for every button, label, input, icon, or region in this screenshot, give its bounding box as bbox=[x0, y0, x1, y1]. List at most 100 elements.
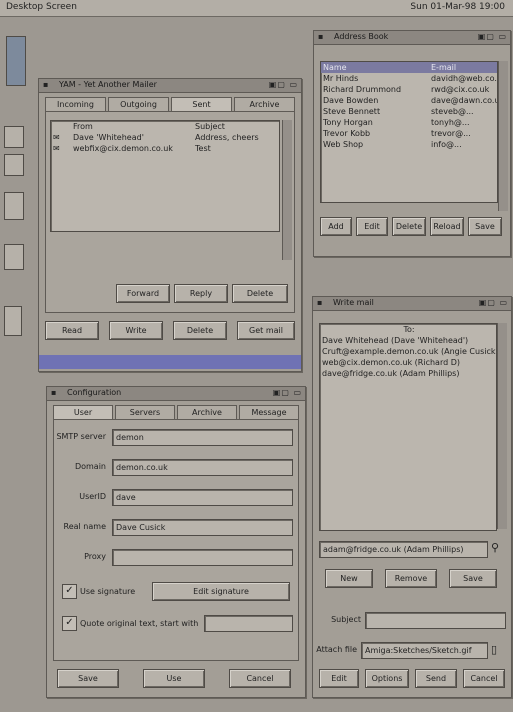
edit-signature-button[interactable]: Edit signature bbox=[152, 582, 290, 601]
userid-field[interactable]: dave bbox=[112, 489, 293, 506]
mail-main-window: ▪ YAM - Yet Another Mailer ▣▢ ▭ Incoming… bbox=[38, 78, 302, 372]
tab-sent[interactable]: Sent bbox=[171, 97, 232, 111]
table-row[interactable]: Test bbox=[193, 143, 279, 154]
write-mail-title: Write mail bbox=[333, 298, 374, 307]
save-button[interactable]: Save bbox=[57, 669, 119, 688]
quote-checkbox[interactable]: ✓ bbox=[62, 616, 77, 631]
close-icon[interactable]: ▪ bbox=[317, 298, 322, 307]
scrollbar[interactable] bbox=[498, 61, 508, 211]
tab-user[interactable]: User bbox=[53, 405, 113, 419]
get-mail-button[interactable]: Get mail bbox=[237, 321, 295, 340]
column-header[interactable]: E-mail bbox=[429, 62, 497, 73]
window-gadgets-icon[interactable]: ▣▢ ▭ bbox=[479, 298, 508, 307]
to-field[interactable]: adam@fridge.co.uk (Adam Phillips) bbox=[319, 541, 488, 558]
close-icon[interactable]: ▪ bbox=[318, 32, 323, 41]
delete-message-button[interactable]: Delete bbox=[232, 284, 288, 303]
add-button[interactable]: Add bbox=[320, 217, 352, 236]
close-icon[interactable]: ▪ bbox=[43, 80, 48, 89]
mail-titlebar[interactable]: ▪ YAM - Yet Another Mailer ▣▢ ▭ bbox=[39, 79, 301, 93]
tab-archive[interactable]: Archive bbox=[177, 405, 237, 419]
utilities-icon[interactable] bbox=[4, 244, 24, 270]
screen-icon[interactable] bbox=[4, 126, 24, 148]
save-recipient-button[interactable]: Save bbox=[449, 569, 497, 588]
close-icon[interactable]: ▪ bbox=[51, 388, 56, 397]
disk-icon[interactable] bbox=[6, 36, 26, 86]
list-item[interactable]: trevor@... bbox=[429, 128, 497, 139]
reload-button[interactable]: Reload bbox=[430, 217, 464, 236]
write-button[interactable]: Write bbox=[109, 321, 163, 340]
recipient-list[interactable]: To: Dave Whitehead (Dave 'Whitehead') Cr… bbox=[319, 323, 497, 531]
recipient-header: To: bbox=[403, 325, 415, 334]
list-item[interactable]: Cruft@example.demon.co.uk (Angie Cusick) bbox=[320, 346, 496, 357]
remove-recipient-button[interactable]: Remove bbox=[385, 569, 437, 588]
file-requester-icon[interactable]: ▯ bbox=[491, 643, 497, 656]
window-gadgets-icon[interactable]: ▣▢ ▭ bbox=[273, 388, 302, 397]
real-name-field[interactable]: Dave Cusick bbox=[112, 519, 293, 536]
edit-button[interactable]: Edit bbox=[356, 217, 388, 236]
signature-checkbox[interactable]: ✓ bbox=[62, 584, 77, 599]
reply-button[interactable]: Reply bbox=[174, 284, 228, 303]
column-header[interactable]: Subject bbox=[193, 121, 279, 132]
edit-button[interactable]: Edit bbox=[319, 669, 359, 688]
proxy-field[interactable] bbox=[112, 549, 293, 566]
quote-prefix-field[interactable] bbox=[204, 615, 293, 632]
window-gadgets-icon[interactable]: ▣▢ ▭ bbox=[269, 80, 298, 89]
addressbook-icon[interactable]: ⚲ bbox=[491, 541, 499, 554]
domain-field[interactable]: demon.co.uk bbox=[112, 459, 293, 476]
list-item[interactable]: Dave Whitehead (Dave 'Whitehead') bbox=[320, 335, 496, 346]
message-list[interactable]: ✉ ✉ From Dave 'Whitehead' webfix@cix.dem… bbox=[50, 120, 280, 232]
tab-servers[interactable]: Servers bbox=[115, 405, 175, 419]
table-row[interactable]: Address, cheers bbox=[193, 132, 279, 143]
address-name-column: Name Mr Hinds Richard Drummond Dave Bowd… bbox=[321, 62, 429, 150]
table-row[interactable]: webfix@cix.demon.co.uk bbox=[71, 143, 193, 154]
write-mail-titlebar[interactable]: ▪ Write mail ▣▢ ▭ bbox=[313, 297, 511, 311]
list-item[interactable]: tonyh@... bbox=[429, 117, 497, 128]
table-row[interactable]: Dave 'Whitehead' bbox=[71, 132, 193, 143]
cancel-button[interactable]: Cancel bbox=[229, 669, 291, 688]
options-button[interactable]: Options bbox=[365, 669, 409, 688]
list-item[interactable]: web@cix.demon.co.uk (Richard D) bbox=[320, 357, 496, 368]
smtp-server-field[interactable]: demon bbox=[112, 429, 293, 446]
list-item[interactable]: dave@dawn.co.uk bbox=[429, 95, 497, 106]
work-icon[interactable] bbox=[4, 192, 24, 220]
tab-outgoing[interactable]: Outgoing bbox=[108, 97, 169, 111]
list-item[interactable]: Dave Bowden bbox=[321, 95, 429, 106]
send-button[interactable]: Send bbox=[415, 669, 457, 688]
list-item[interactable]: steveb@... bbox=[429, 106, 497, 117]
tab-incoming[interactable]: Incoming bbox=[45, 97, 106, 111]
subject-field[interactable] bbox=[365, 612, 506, 629]
address-book-titlebar[interactable]: ▪ Address Book ▣▢ ▭ bbox=[314, 31, 510, 45]
attach-file-field[interactable]: Amiga:Sketches/Sketch.gif bbox=[361, 642, 488, 659]
scrollbar[interactable] bbox=[497, 323, 507, 529]
status-bar bbox=[39, 355, 301, 369]
column-header[interactable]: Name bbox=[321, 62, 429, 73]
list-item[interactable]: rwd@cix.co.uk bbox=[429, 84, 497, 95]
delete-button[interactable]: Delete bbox=[392, 217, 426, 236]
list-item[interactable]: Richard Drummond bbox=[321, 84, 429, 95]
scrollbar[interactable] bbox=[282, 120, 292, 260]
save-button[interactable]: Save bbox=[468, 217, 502, 236]
list-item[interactable]: dave@fridge.co.uk (Adam Phillips) bbox=[320, 368, 496, 379]
list-item[interactable]: Tony Horgan bbox=[321, 117, 429, 128]
list-item[interactable]: info@... bbox=[429, 139, 497, 150]
prefs-icon[interactable] bbox=[4, 154, 24, 176]
read-button[interactable]: Read bbox=[45, 321, 99, 340]
drawer-icon[interactable] bbox=[4, 306, 22, 336]
tab-message[interactable]: Message bbox=[239, 405, 299, 419]
tab-archive[interactable]: Archive bbox=[234, 97, 295, 111]
column-header[interactable]: From bbox=[71, 121, 193, 132]
cancel-button[interactable]: Cancel bbox=[463, 669, 505, 688]
delete-button[interactable]: Delete bbox=[173, 321, 227, 340]
window-gadgets-icon[interactable]: ▣▢ ▭ bbox=[478, 32, 507, 41]
list-item[interactable]: Steve Bennett bbox=[321, 106, 429, 117]
subject-column: Subject Address, cheers Test bbox=[193, 121, 279, 154]
list-item[interactable]: Trevor Kobb bbox=[321, 128, 429, 139]
list-item[interactable]: Mr Hinds bbox=[321, 73, 429, 84]
list-item[interactable]: Web Shop bbox=[321, 139, 429, 150]
list-item[interactable]: davidh@web.co.uk bbox=[429, 73, 497, 84]
address-list[interactable]: Name Mr Hinds Richard Drummond Dave Bowd… bbox=[320, 61, 498, 203]
configuration-titlebar[interactable]: ▪ Configuration ▣▢ ▭ bbox=[47, 387, 305, 401]
forward-button[interactable]: Forward bbox=[116, 284, 170, 303]
use-button[interactable]: Use bbox=[143, 669, 205, 688]
new-recipient-button[interactable]: New bbox=[325, 569, 373, 588]
